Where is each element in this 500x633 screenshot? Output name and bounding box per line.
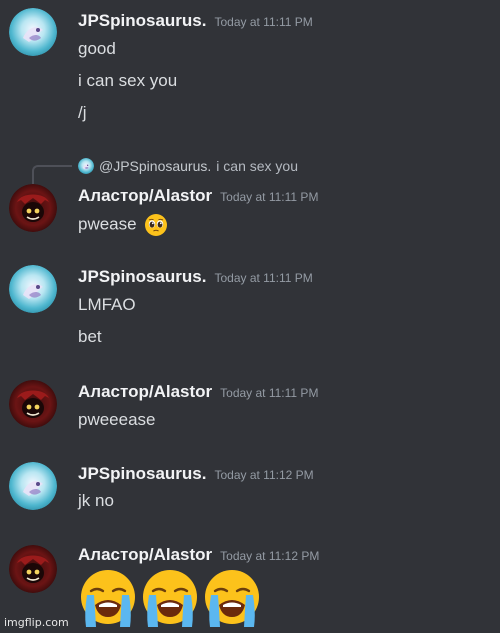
message-header: Аластор/Alastor Today at 11:11 PM bbox=[78, 382, 318, 404]
pleading-face-icon bbox=[144, 213, 168, 237]
avatar[interactable] bbox=[9, 462, 57, 510]
message-text: jk no bbox=[78, 491, 114, 510]
timestamp: Today at 11:11 PM bbox=[220, 190, 319, 204]
avatar[interactable] bbox=[9, 545, 57, 593]
loudly-crying-face-icon bbox=[78, 569, 138, 629]
author-name[interactable]: Аластор/Alastor bbox=[78, 186, 212, 205]
reply-text: i can sex you bbox=[216, 158, 298, 174]
reply-spine bbox=[32, 165, 72, 185]
timestamp: Today at 11:11 PM bbox=[214, 271, 313, 285]
avatar[interactable] bbox=[9, 265, 57, 313]
message-header: JPSpinosaurus. Today at 11:12 PM bbox=[78, 464, 314, 486]
message-text: pweeease bbox=[78, 410, 156, 429]
reply-author[interactable]: @JPSpinosaurus. bbox=[99, 158, 211, 174]
timestamp: Today at 11:11 PM bbox=[214, 15, 313, 29]
avatar[interactable] bbox=[9, 380, 57, 428]
author-name[interactable]: Аластор/Alastor bbox=[78, 382, 212, 401]
message-header: Аластор/Alastor Today at 11:12 PM bbox=[78, 545, 319, 567]
watermark: imgflip.com bbox=[4, 616, 69, 629]
loudly-crying-face-icon bbox=[140, 569, 200, 629]
avatar[interactable] bbox=[9, 184, 57, 232]
emoji-row bbox=[78, 569, 262, 629]
avatar[interactable] bbox=[9, 8, 57, 56]
message-text: i can sex you bbox=[78, 71, 178, 90]
message-text: /j bbox=[78, 103, 87, 122]
message-text-row: pwease bbox=[78, 213, 168, 237]
author-name[interactable]: Аластор/Alastor bbox=[78, 545, 212, 564]
author-name[interactable]: JPSpinosaurus. bbox=[78, 464, 206, 483]
message-text: pwease bbox=[78, 214, 137, 234]
author-name[interactable]: JPSpinosaurus. bbox=[78, 11, 206, 30]
timestamp: Today at 11:11 PM bbox=[220, 386, 319, 400]
author-name[interactable]: JPSpinosaurus. bbox=[78, 267, 206, 286]
reply-preview[interactable]: @JPSpinosaurus. i can sex you bbox=[78, 155, 298, 177]
timestamp: Today at 11:12 PM bbox=[220, 549, 320, 563]
message-text: good bbox=[78, 39, 116, 58]
loudly-crying-face-icon bbox=[202, 569, 262, 629]
message-text: LMFAO bbox=[78, 295, 136, 314]
message-header: Аластор/Alastor Today at 11:11 PM bbox=[78, 186, 318, 208]
message-header: JPSpinosaurus. Today at 11:11 PM bbox=[78, 11, 313, 33]
message-header: JPSpinosaurus. Today at 11:11 PM bbox=[78, 267, 313, 289]
message-text: bet bbox=[78, 327, 102, 346]
avatar bbox=[78, 158, 94, 174]
timestamp: Today at 11:12 PM bbox=[214, 468, 314, 482]
